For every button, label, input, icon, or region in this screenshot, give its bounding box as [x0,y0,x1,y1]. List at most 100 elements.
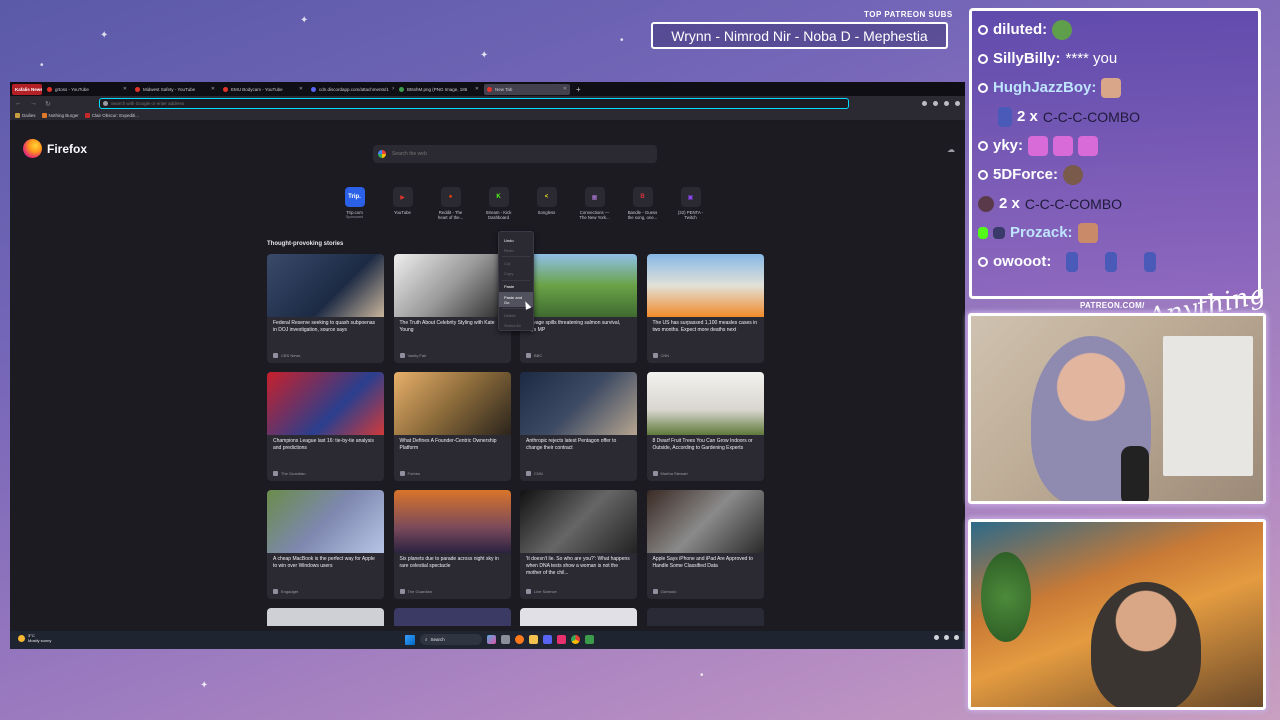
shortcuts-row: Trip. Trip.com Sponsored ▶ YouTube ● Reddit - … [338,187,707,220]
chevron-up-icon[interactable] [934,635,939,640]
story-card[interactable] [520,608,637,626]
close-tab-icon[interactable]: ✕ [211,86,215,92]
start-icon[interactable] [405,634,415,645]
story-source: Gizmodo [652,589,677,594]
shortcut-tile[interactable]: < Songless [530,187,563,220]
story-thumbnail [646,372,764,435]
bookmark-icon [41,113,47,118]
story-source: Forbes [399,471,420,476]
browser-tab[interactable]: Bt6shM.png (PNG Image, 186 ✕ [396,84,482,95]
app-icon[interactable] [543,635,552,644]
shortcut-tile[interactable]: B Bandle - Guess the song, one... [626,187,659,220]
patreon-url: PATREON.COM/ [1080,301,1145,310]
stories-heading: Thought-provoking stories [267,241,344,247]
shortcut-tile[interactable]: K Stream - Kick Dashboard [482,187,515,220]
story-card[interactable] [646,608,764,626]
shortcut-tile[interactable]: ▦ Connections — The New York... [578,187,611,220]
story-card[interactable]: Apple Says iPhone and iPad Are Approved … [646,490,764,599]
bookmark-item[interactable]: Nothing Burger [41,113,79,118]
browser-tab[interactable]: Kafalis News [12,83,42,95]
story-card[interactable]: Six planets due to parade across night s… [393,490,511,599]
story-card[interactable] [393,608,511,626]
story-source: The Guardian [399,589,432,594]
shortcut-tile[interactable]: Trip. Trip.com Sponsored [338,187,371,220]
shortcut-label: Songless [537,210,556,215]
account-icon[interactable] [933,101,938,106]
app-icon[interactable] [557,635,566,644]
address-bar[interactable] [98,98,849,109]
reload-icon[interactable]: ↻ [45,100,51,108]
story-card[interactable]: The Truth About Celebrity Styling with K… [393,254,511,363]
story-card[interactable]: Champions League last 16: tie-by-tie ana… [267,372,384,481]
shortcut-sponsored-label: Sponsored [345,215,364,220]
menu-icon[interactable] [955,101,960,106]
story-card[interactable]: Federal Reserve seeking to quash subpoen… [267,254,384,363]
story-card[interactable]: The US has surpassed 1,100 measles cases… [646,254,764,363]
bookmark-item[interactable]: Clair Obscur: Expediti... [84,113,139,118]
story-thumbnail [393,254,511,317]
plant [981,552,1031,642]
browser-tab[interactable]: Midwest Safety - YouTube ✕ [132,84,218,95]
close-tab-icon[interactable]: ✕ [123,86,127,92]
context-menu-item[interactable]: Delete [499,310,533,320]
browser-tab[interactable]: EMU Bodycam - YouTube ✕ [220,84,306,95]
folder-icon [15,113,20,118]
shortcut-tile[interactable]: ▣ (32) PENTA - Twitch [674,187,707,220]
context-menu-item[interactable]: Undo [499,235,533,245]
story-card[interactable]: A cheap MacBook is the perfect way for A… [267,490,384,599]
story-card[interactable]: 8 Dwarf Fruit Trees You Can Grow Indoors… [646,372,764,481]
shortcut-tile[interactable]: ● Reddit - The heart of the... [434,187,467,220]
customize-icon[interactable]: ☁ [947,145,955,154]
extensions-icon[interactable] [944,101,949,106]
task-view-icon[interactable] [501,635,510,644]
close-tab-icon[interactable]: ✕ [392,86,394,92]
bookmark-item[interactable]: Dailies [15,113,36,118]
story-card[interactable]: Anthropic rejects latest Pentagon offer … [520,372,637,481]
source-name: Martha Stewart [660,471,688,476]
close-tab-icon[interactable]: ✕ [299,86,303,92]
publisher-icon [273,589,278,594]
url-input[interactable] [110,101,411,106]
story-card[interactable]: What Defines A Founder-Centric Ownership… [393,372,511,481]
story-title: Anthropic rejects latest Pentagon offer … [526,438,617,451]
search-engine-icon[interactable] [102,101,108,106]
story-card[interactable] [267,608,384,626]
chat-panel: diluted: SillyBilly: **** you HughJazzBo… [969,8,1261,299]
network-icon[interactable] [954,635,959,640]
close-tab-icon[interactable]: ✕ [475,86,479,92]
browser-tab[interactable]: New Tab ✕ [484,83,570,95]
chrome-icon[interactable] [571,635,580,644]
app-icon[interactable] [585,635,594,644]
context-menu-item[interactable]: Cut [499,258,533,268]
web-search-box[interactable] [373,145,657,163]
taskbar-search[interactable]: ⌕ Search [420,634,482,645]
close-tab-icon[interactable]: ✕ [563,86,567,92]
story-card[interactable]: 'It doesn't lie. So who are you?': What … [520,490,637,599]
story-title: The US has surpassed 1,100 measles cases… [652,320,758,333]
weather-widget[interactable]: 3°C Mostly sunny [18,633,51,644]
forward-icon[interactable]: → [30,100,37,107]
star-decoration: • [620,35,624,46]
source-name: Live Science [534,589,557,594]
context-menu-item[interactable]: Paste [499,282,533,292]
chat-message: SillyBilly: **** you [978,44,1252,73]
shortcut-tile[interactable]: ▶ YouTube [386,187,419,220]
browser-tab[interactable]: grtoss - YouTube ✕ [44,84,130,95]
speaker-icon[interactable] [944,635,949,640]
pink-emote-icon [1053,135,1074,156]
context-menu-item[interactable]: Copy [499,269,533,279]
pink-emote-icon [1028,135,1049,156]
firefox-taskbar-icon[interactable] [515,635,524,644]
context-menu-item[interactable]: Select All [499,320,533,330]
downloads-icon[interactable] [922,101,927,106]
story-card[interactable]: Sewage spills threatening salmon surviva… [520,254,637,363]
search-input[interactable] [392,151,592,157]
browser-tab[interactable]: cdn.discordapp.com/attachments/1 ✕ [308,84,394,95]
new-tab-icon[interactable]: + [576,85,581,94]
back-icon[interactable]: ← [15,100,22,107]
context-menu-item[interactable]: Redo [499,245,533,255]
copilot-icon[interactable] [487,635,496,644]
face-emote-icon [1101,77,1122,98]
explorer-icon[interactable] [529,635,538,644]
navigation-bar: ← → ↻ [10,96,965,111]
